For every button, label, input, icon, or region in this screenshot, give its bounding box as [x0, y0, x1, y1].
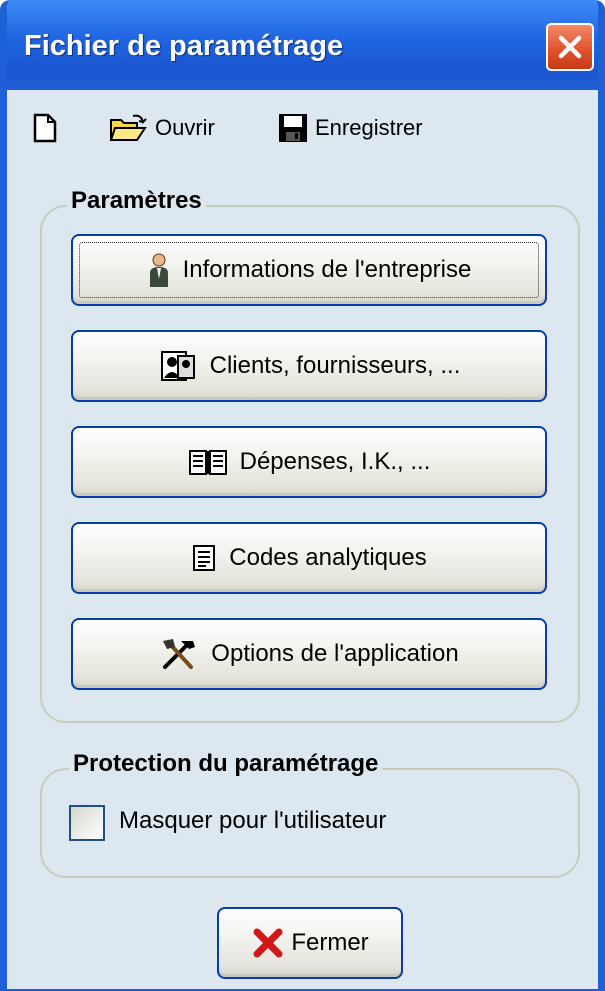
- save-label: Enregistrer: [315, 115, 423, 140]
- analytic-codes-button[interactable]: Codes analytiques: [71, 522, 547, 594]
- app-options-button[interactable]: Options de l'application: [71, 618, 547, 690]
- save-button[interactable]: Enregistrer: [277, 108, 423, 148]
- analytic-codes-label: Codes analytiques: [229, 544, 427, 571]
- clients-suppliers-button[interactable]: Clients, fournisseurs, ...: [71, 330, 547, 402]
- settings-window: Fichier de paramétrage Ouvrir Enregistre…: [0, 0, 605, 991]
- new-button[interactable]: [31, 108, 59, 148]
- open-folder-icon: [109, 114, 147, 141]
- open-label: Ouvrir: [155, 115, 215, 140]
- clients-suppliers-label: Clients, fournisseurs, ...: [209, 352, 461, 379]
- toolbar: Ouvrir Enregistrer: [7, 90, 598, 168]
- new-document-icon: [33, 113, 57, 143]
- app-options-label: Options de l'application: [211, 640, 459, 667]
- open-button[interactable]: Ouvrir: [109, 108, 215, 148]
- protection-legend: Protection du paramétrage: [69, 750, 383, 778]
- hide-for-user-label[interactable]: Masquer pour l'utilisateur: [119, 807, 386, 835]
- list-document-icon: [191, 543, 217, 573]
- company-info-button[interactable]: Informations de l'entreprise: [71, 234, 547, 306]
- window-close-button[interactable]: [546, 23, 594, 71]
- window-title: Fichier de paramétrage: [24, 30, 344, 62]
- expenses-button[interactable]: Dépenses, I.K., ...: [71, 426, 547, 498]
- parametres-legend: Paramètres: [67, 187, 206, 215]
- title-bar[interactable]: Fichier de paramétrage: [7, 0, 598, 90]
- tools-icon: [159, 637, 199, 671]
- hide-for-user-checkbox[interactable]: [69, 805, 105, 841]
- floppy-disk-icon: [279, 114, 307, 142]
- focus-rectangle: [79, 242, 539, 298]
- expenses-label: Dépenses, I.K., ...: [239, 448, 431, 475]
- red-x-icon: [253, 928, 283, 958]
- close-icon: [558, 35, 582, 59]
- fermer-button[interactable]: Fermer: [217, 907, 403, 979]
- book-icon: [188, 447, 228, 477]
- contacts-icon: [158, 348, 198, 384]
- fermer-label: Fermer: [291, 929, 369, 956]
